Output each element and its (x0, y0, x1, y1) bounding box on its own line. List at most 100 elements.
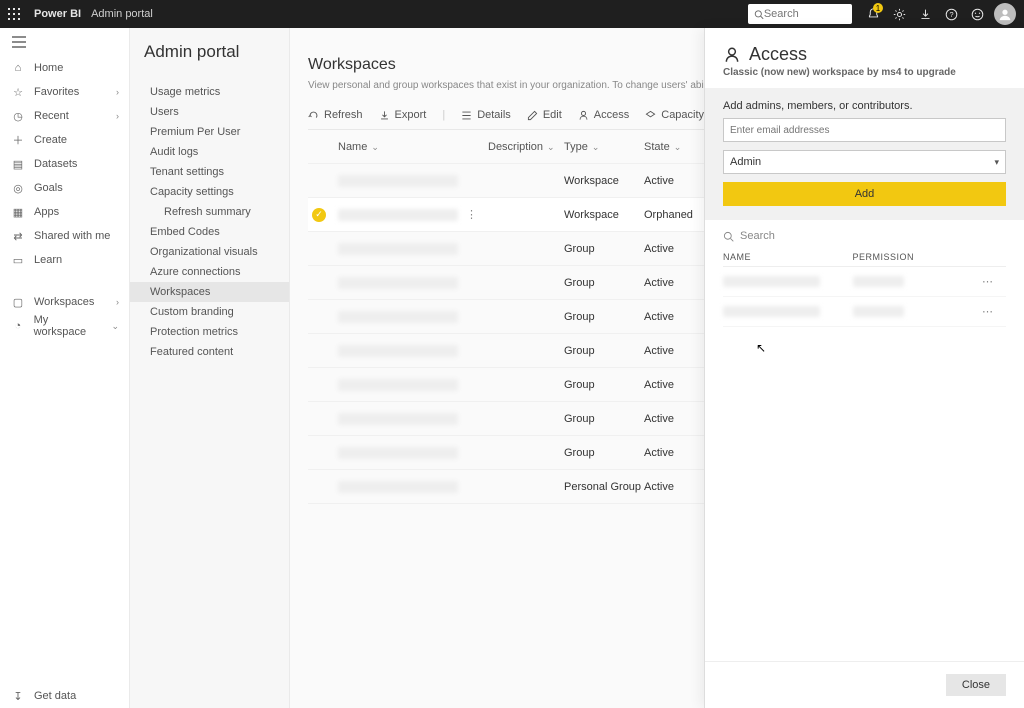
nav-goals[interactable]: ◎Goals (0, 176, 129, 200)
form-label: Add admins, members, or contributors. (723, 100, 1006, 118)
notification-badge: 1 (873, 3, 883, 13)
table-row[interactable]: Group Active (308, 232, 728, 266)
nav-learn[interactable]: ▭ Learn (0, 248, 129, 272)
subnav-item-users[interactable]: Users (130, 102, 289, 122)
edit-button[interactable]: Edit (527, 109, 562, 121)
table-row[interactable]: Group Active (308, 266, 728, 300)
nav-label: Recent (34, 110, 69, 122)
nav-label: Datasets (34, 158, 77, 170)
help-icon[interactable]: ? (938, 0, 964, 28)
subnav-item-custom-branding[interactable]: Custom branding (130, 302, 289, 322)
subnav-item-tenant-settings[interactable]: Tenant settings (130, 162, 289, 182)
table-row[interactable]: Workspace Active (308, 164, 728, 198)
workspaces-icon: ▢ (12, 296, 24, 309)
global-search[interactable] (748, 4, 852, 24)
subnav-item-embed-codes[interactable]: Embed Codes (130, 222, 289, 242)
nav-label: Apps (34, 206, 59, 218)
search-input[interactable] (764, 8, 846, 20)
app-launcher-icon[interactable] (0, 8, 28, 20)
share-icon: ⇄ (12, 230, 24, 243)
role-select[interactable]: Admin ▾ (723, 150, 1006, 174)
download-icon[interactable] (912, 0, 938, 28)
redacted-name (338, 209, 458, 221)
edit-icon (527, 110, 538, 121)
access-button[interactable]: Access (578, 109, 629, 121)
nav-home[interactable]: ⌂Home (0, 56, 129, 80)
member-search[interactable]: Search (723, 230, 1006, 248)
nav-favorites[interactable]: ☆Favorites› (0, 80, 129, 104)
nav-shared-with-me[interactable]: ⇄Shared with me (0, 224, 129, 248)
sort-icon: ⌄ (547, 142, 555, 152)
row-more-icon[interactable]: ⋮ (466, 208, 477, 221)
subnav-item-premium-per-user[interactable]: Premium Per User (130, 122, 289, 142)
grid-header: Name⌄ Description⌄ Type⌄ State⌄ (308, 130, 728, 164)
subnav-item-capacity-settings[interactable]: Capacity settings (130, 182, 289, 202)
nav-workspaces[interactable]: ▢ Workspaces › (0, 290, 129, 314)
nav-label: Learn (34, 254, 62, 266)
redacted-member (723, 276, 820, 287)
role-selected: Admin (730, 156, 761, 168)
col-description[interactable]: Description⌄ (488, 141, 564, 153)
hamburger-icon[interactable] (0, 28, 129, 56)
book-icon: ▭ (12, 254, 24, 267)
redacted-name (338, 481, 458, 493)
cell-type: Group (564, 379, 644, 391)
subnav-item-protection-metrics[interactable]: Protection metrics (130, 322, 289, 342)
table-row[interactable]: Group Active (308, 368, 728, 402)
user-avatar[interactable] (994, 3, 1016, 25)
table-row[interactable]: ✓ ⋮ Workspace Orphaned (308, 198, 728, 232)
cell-type: Workspace (564, 175, 644, 187)
cell-type: Workspace (564, 209, 644, 221)
get-data-icon: ↧ (12, 690, 24, 703)
redacted-name (338, 379, 458, 391)
chevron-right-icon: › (116, 87, 119, 97)
subnav-item-featured-content[interactable]: Featured content (130, 342, 289, 362)
col-name[interactable]: Name⌄ (338, 141, 488, 153)
subnav-item-organizational-visuals[interactable]: Organizational visuals (130, 242, 289, 262)
nav-apps[interactable]: ▦Apps (0, 200, 129, 224)
nav-recent[interactable]: ◷Recent› (0, 104, 129, 128)
chevron-right-icon: › (116, 297, 119, 307)
close-button[interactable]: Close (946, 674, 1006, 696)
cell-type: Group (564, 447, 644, 459)
details-button[interactable]: Details (461, 109, 511, 121)
export-button[interactable]: Export (379, 109, 427, 121)
subnav-item-refresh-summary[interactable]: Refresh summary (130, 202, 289, 222)
subnav-item-workspaces[interactable]: Workspaces (130, 282, 289, 302)
table-row[interactable]: Personal Group Active (308, 470, 728, 504)
subnav-item-audit-logs[interactable]: Audit logs (130, 142, 289, 162)
member-row[interactable]: ⋯ (723, 297, 1006, 327)
table-row[interactable]: Group Active (308, 436, 728, 470)
nav-label: Get data (34, 690, 76, 702)
row-more-icon[interactable]: ⋯ (982, 275, 1006, 288)
capacity-button[interactable]: Capacity (645, 109, 704, 121)
add-button[interactable]: Add (723, 182, 1006, 206)
subnav-item-usage-metrics[interactable]: Usage metrics (130, 82, 289, 102)
row-more-icon[interactable]: ⋯ (982, 305, 1006, 318)
settings-icon[interactable] (886, 0, 912, 28)
refresh-button[interactable]: Refresh (308, 109, 363, 121)
notifications-icon[interactable]: 1 (860, 0, 886, 28)
nav-get-data[interactable]: ↧ Get data (0, 684, 129, 708)
nav-label: Create (34, 134, 67, 146)
admin-subnav: Admin portal Usage metricsUsersPremium P… (130, 28, 290, 708)
nav-create[interactable]: ＋Create (0, 128, 129, 152)
member-row[interactable]: ⋯ (723, 267, 1006, 297)
redacted-permission (853, 276, 905, 287)
col-member-permission: PERMISSION (853, 252, 983, 262)
col-type[interactable]: Type⌄ (564, 141, 644, 153)
nav-my-workspace[interactable]: ◔ My workspace ⌄ (0, 314, 129, 338)
table-row[interactable]: Group Active (308, 334, 728, 368)
status-dot-icon: ✓ (312, 208, 326, 222)
sort-icon: ⌄ (674, 142, 682, 152)
feedback-icon[interactable] (964, 0, 990, 28)
redacted-name (338, 447, 458, 459)
redacted-name (338, 243, 458, 255)
sort-icon: ⌄ (592, 142, 600, 152)
table-row[interactable]: Group Active (308, 402, 728, 436)
email-input[interactable] (723, 118, 1006, 142)
nav-datasets[interactable]: ▤Datasets (0, 152, 129, 176)
cell-type: Group (564, 243, 644, 255)
table-row[interactable]: Group Active (308, 300, 728, 334)
subnav-item-azure-connections[interactable]: Azure connections (130, 262, 289, 282)
